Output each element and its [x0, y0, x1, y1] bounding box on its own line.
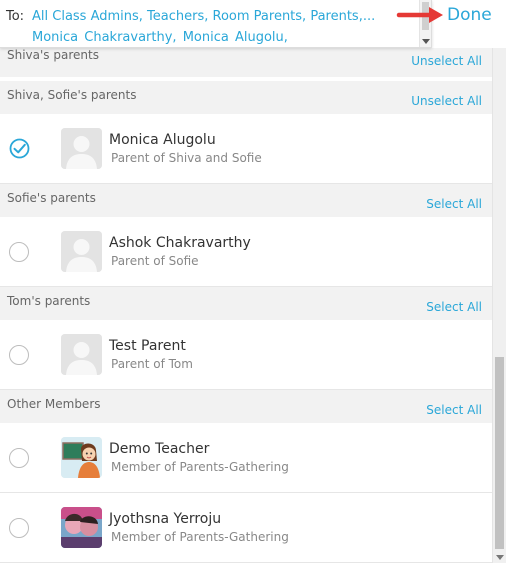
- radio-button[interactable]: [9, 345, 29, 365]
- member-name: Jyothsna Yerroju: [109, 511, 222, 527]
- select-all-button[interactable]: Select All: [426, 197, 482, 211]
- group-title: Shiva's parents: [7, 48, 99, 62]
- select-all-button[interactable]: Select All: [426, 300, 482, 314]
- group-header-tom: Tom's parents Select All: [0, 287, 492, 320]
- member-name: Ashok Chakravarthy: [109, 235, 251, 251]
- recipients-groups[interactable]: All Class Admins, Teachers, Room Parents…: [32, 9, 375, 24]
- radio-button[interactable]: [9, 448, 29, 468]
- member-subtitle: Member of Parents-Gathering: [111, 460, 289, 474]
- scrollbar-thumb[interactable]: [495, 357, 504, 549]
- red-arrow-icon: [396, 7, 443, 23]
- select-all-button[interactable]: Select All: [426, 403, 482, 417]
- unselect-all-button[interactable]: Unselect All: [411, 94, 482, 108]
- checked-circle-icon[interactable]: [9, 138, 30, 159]
- to-label: To:: [6, 9, 25, 24]
- list-item[interactable]: Ashok Chakravarthy Parent of Sofie: [0, 217, 492, 287]
- member-subtitle: Parent of Sofie: [111, 254, 199, 268]
- person-placeholder-icon: [61, 334, 102, 375]
- page-scrollbar[interactable]: [492, 0, 506, 563]
- member-subtitle: Parent of Shiva and Sofie: [111, 151, 262, 165]
- done-button[interactable]: Done: [447, 5, 492, 25]
- person-placeholder-icon: [61, 128, 102, 169]
- group-title: Tom's parents: [7, 294, 91, 308]
- group-title: Other Members: [7, 397, 101, 411]
- list-item[interactable]: Demo Teacher Member of Parents-Gathering: [0, 423, 492, 493]
- group-header-shiva: Shiva's parents Unselect All: [0, 44, 492, 77]
- group-header-sofie: Sofie's parents Select All: [0, 184, 492, 217]
- list-item[interactable]: Monica Alugolu Parent of Shiva and Sofie: [0, 114, 492, 184]
- group-header-other-members: Other Members Select All: [0, 390, 492, 423]
- member-subtitle: Member of Parents-Gathering: [111, 530, 289, 544]
- scroll-down-arrow-icon[interactable]: [496, 555, 504, 560]
- unselect-all-button[interactable]: Unselect All: [411, 54, 482, 68]
- radio-button[interactable]: [9, 242, 29, 262]
- list-item[interactable]: Jyothsna Yerroju Member of Parents-Gathe…: [0, 493, 492, 563]
- compose-header: To: All Class Admins, Teachers, Room Par…: [0, 0, 506, 48]
- group-header-shiva-sofie: Shiva, Sofie's parents Unselect All: [0, 81, 492, 114]
- recipients-people[interactable]: Monica Chakravarthy, Monica Alugolu,: [32, 30, 288, 45]
- group-title: Sofie's parents: [7, 191, 96, 205]
- member-name: Test Parent: [109, 338, 186, 354]
- group-title: Shiva, Sofie's parents: [7, 88, 137, 102]
- list-item[interactable]: Test Parent Parent of Tom: [0, 320, 492, 390]
- radio-button[interactable]: [9, 518, 29, 538]
- member-name: Demo Teacher: [109, 441, 210, 457]
- teacher-avatar: [61, 437, 102, 478]
- recipient-list: Shiva's parents Unselect All Shiva, Sofi…: [0, 0, 492, 563]
- person-placeholder-icon: [61, 231, 102, 272]
- member-name: Monica Alugolu: [109, 132, 216, 148]
- photo-avatar: [61, 507, 102, 548]
- recipients-field[interactable]: To: All Class Admins, Teachers, Room Par…: [0, 0, 432, 48]
- scroll-down-arrow-icon[interactable]: [422, 39, 430, 44]
- member-subtitle: Parent of Tom: [111, 357, 193, 371]
